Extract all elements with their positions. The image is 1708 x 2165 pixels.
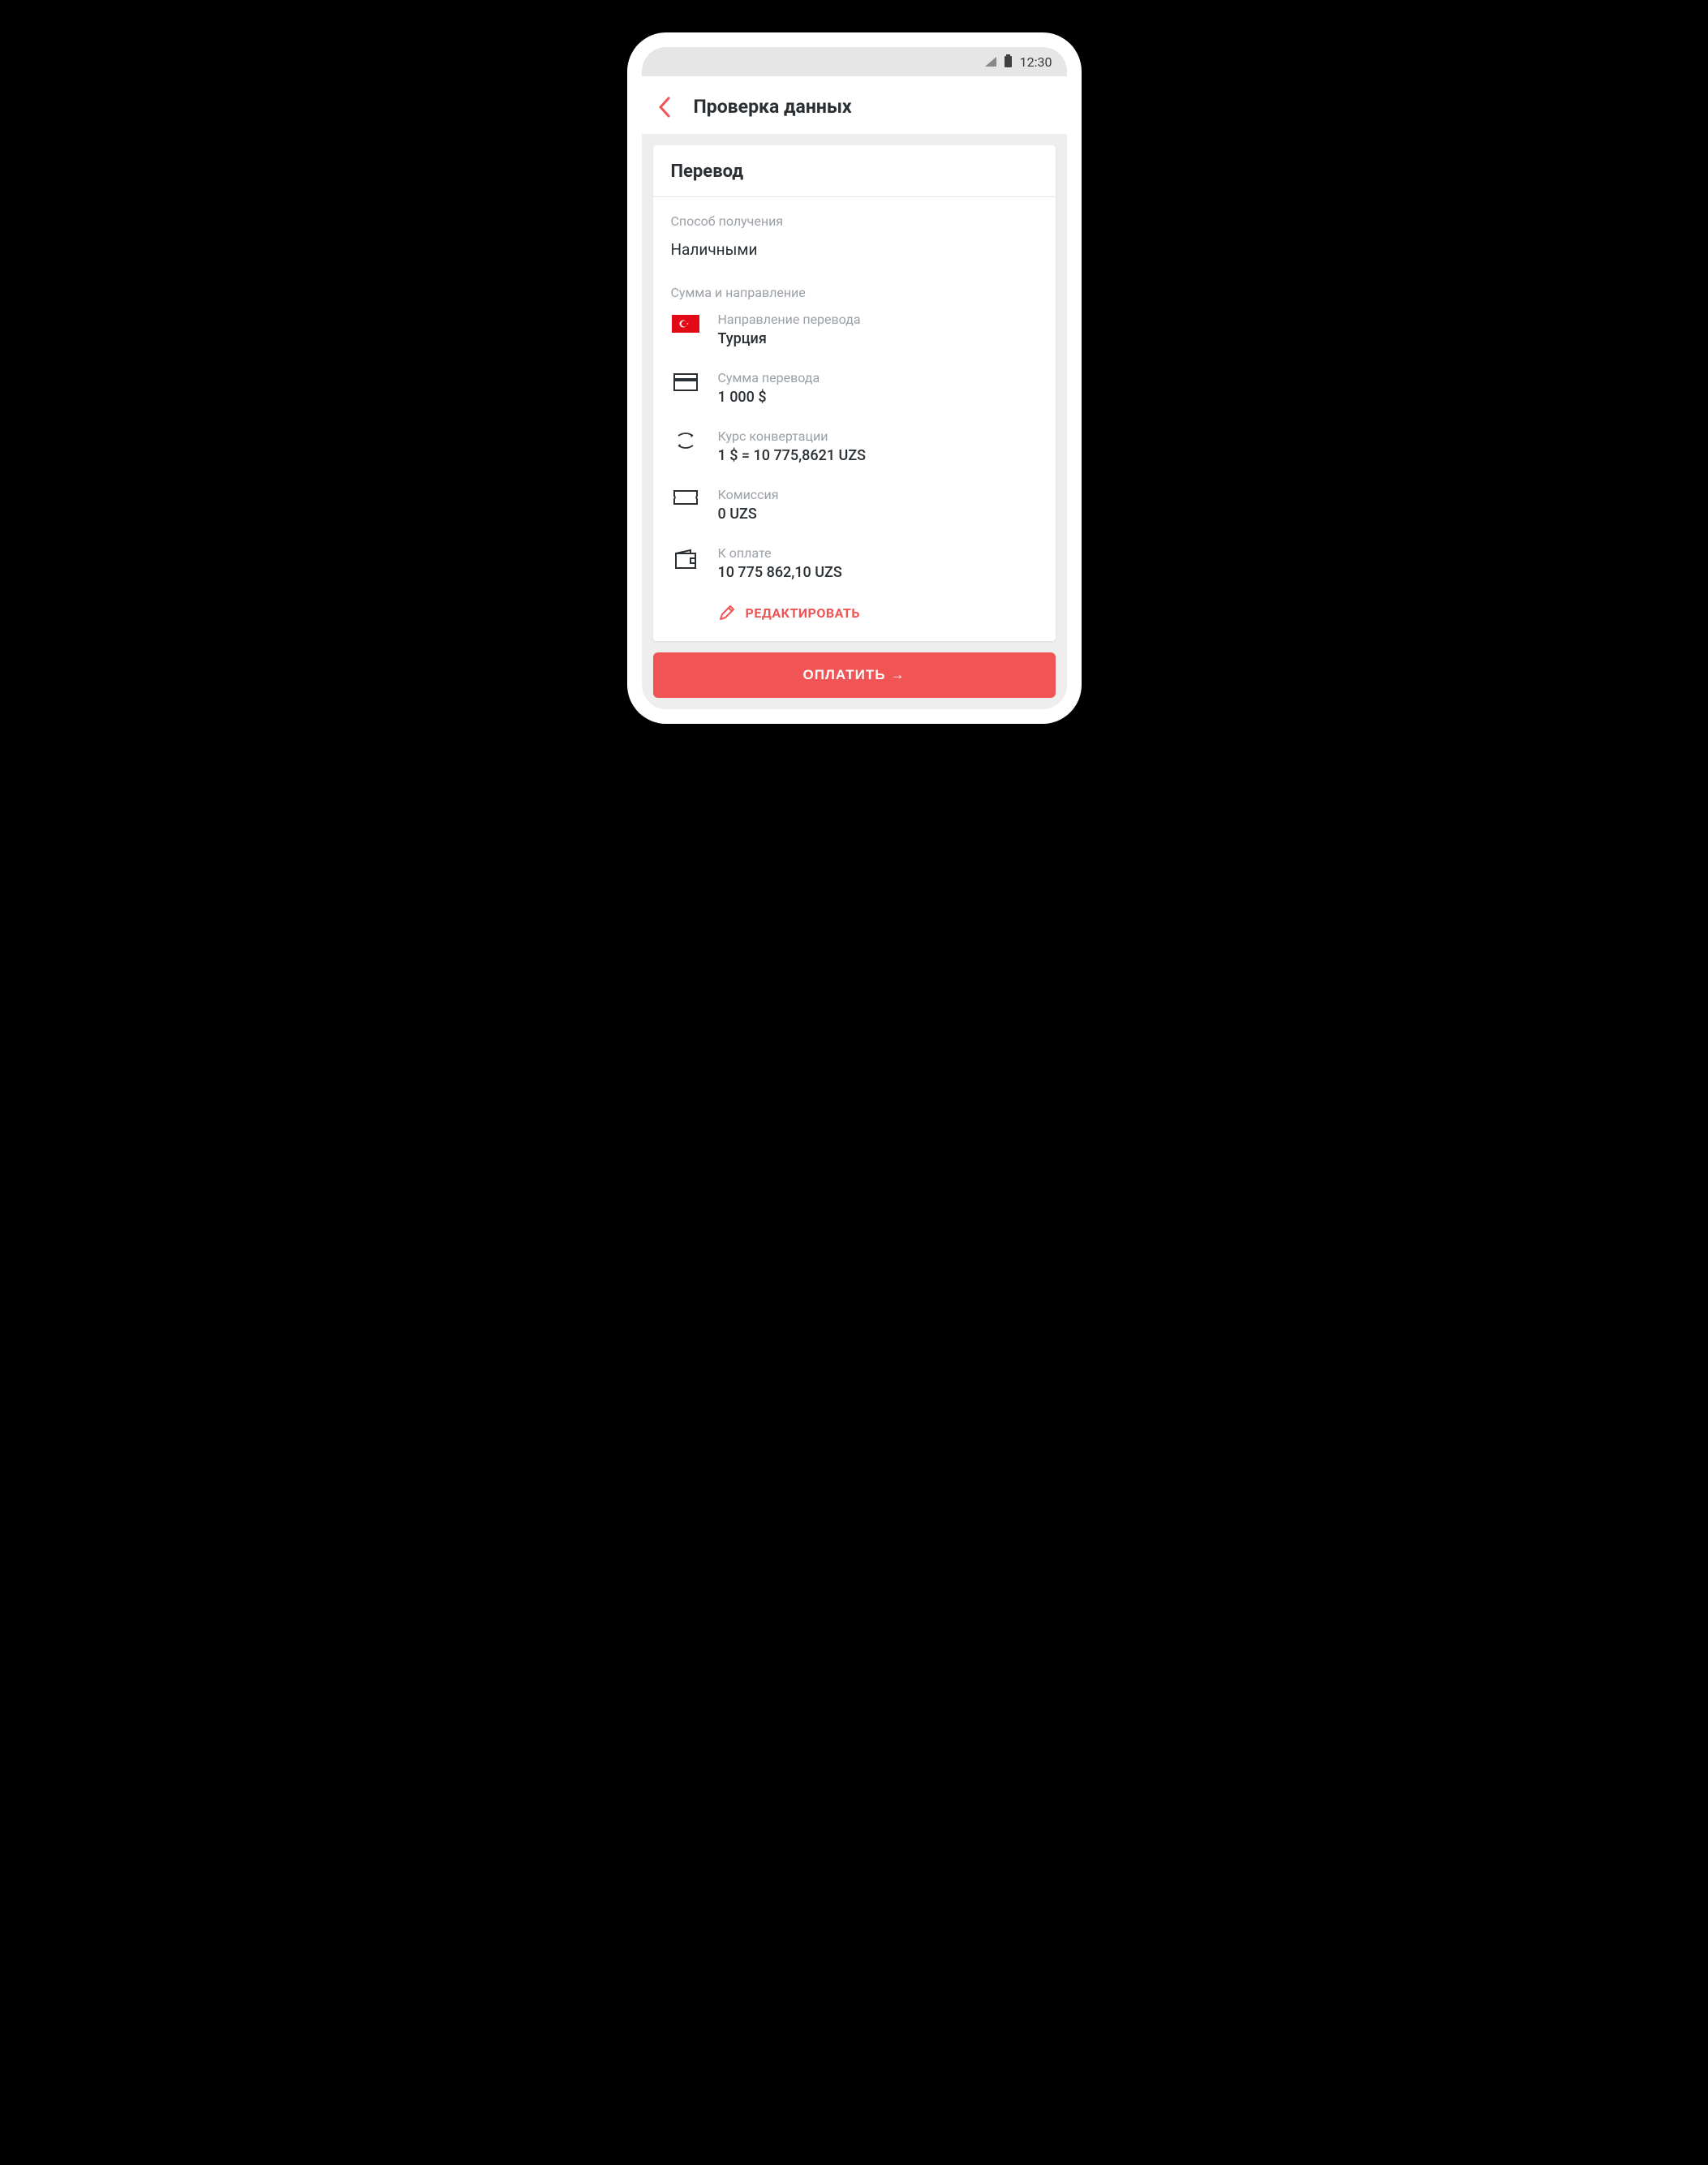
status-bar: 12:30 [642,47,1067,76]
pay-button-label: ОПЛАТИТЬ [802,667,885,683]
arrow-right-icon: → [891,667,906,683]
method-value: Наличными [671,240,1038,259]
edit-button[interactable]: РЕДАКТИРОВАТЬ [718,604,1038,622]
rate-label: Курс конвертации [718,428,867,444]
card-icon [673,373,698,391]
exchange-icon [675,432,696,450]
method-label: Способ получения [671,213,1038,229]
rate-value: 1 $ = 10 775,8621 UZS [718,447,867,464]
page-title: Проверка данных [694,96,852,118]
content-area: Перевод Способ получения Наличными Сумма… [642,134,1067,709]
pencil-icon [718,604,736,622]
row-fee: Комиссия 0 UZS [671,487,1038,523]
total-label: К оплате [718,545,842,561]
status-time: 12:30 [1020,54,1052,70]
battery-icon [1005,56,1012,67]
chevron-left-icon [658,97,671,118]
ticket-icon [673,490,698,505]
total-value: 10 775 862,10 UZS [718,564,842,581]
row-rate: Курс конвертации 1 $ = 10 775,8621 UZS [671,428,1038,464]
amount-label: Сумма перевода [718,370,820,385]
direction-label: Направление перевода [718,312,861,327]
wallet-icon [674,549,697,570]
row-amount: Сумма перевода 1 000 $ [671,370,1038,406]
signal-icon [985,57,996,67]
app-header: Проверка данных [642,76,1067,134]
amount-section-label: Сумма и направление [671,285,1038,300]
fee-label: Комиссия [718,487,779,502]
edit-label: РЕДАКТИРОВАТЬ [746,605,860,621]
row-direction: Направление перевода Турция [671,312,1038,347]
back-button[interactable] [658,97,671,118]
amount-value: 1 000 $ [718,389,820,406]
phone-frame: 12:30 Проверка данных Перевод Способ пол… [627,32,1082,724]
fee-value: 0 UZS [718,506,779,523]
turkey-flag-icon [672,315,699,333]
card-title: Перевод [653,145,1056,197]
pay-button[interactable]: ОПЛАТИТЬ → [653,652,1056,698]
direction-value: Турция [718,330,861,347]
transfer-card: Перевод Способ получения Наличными Сумма… [653,145,1056,641]
row-total: К оплате 10 775 862,10 UZS [671,545,1038,581]
